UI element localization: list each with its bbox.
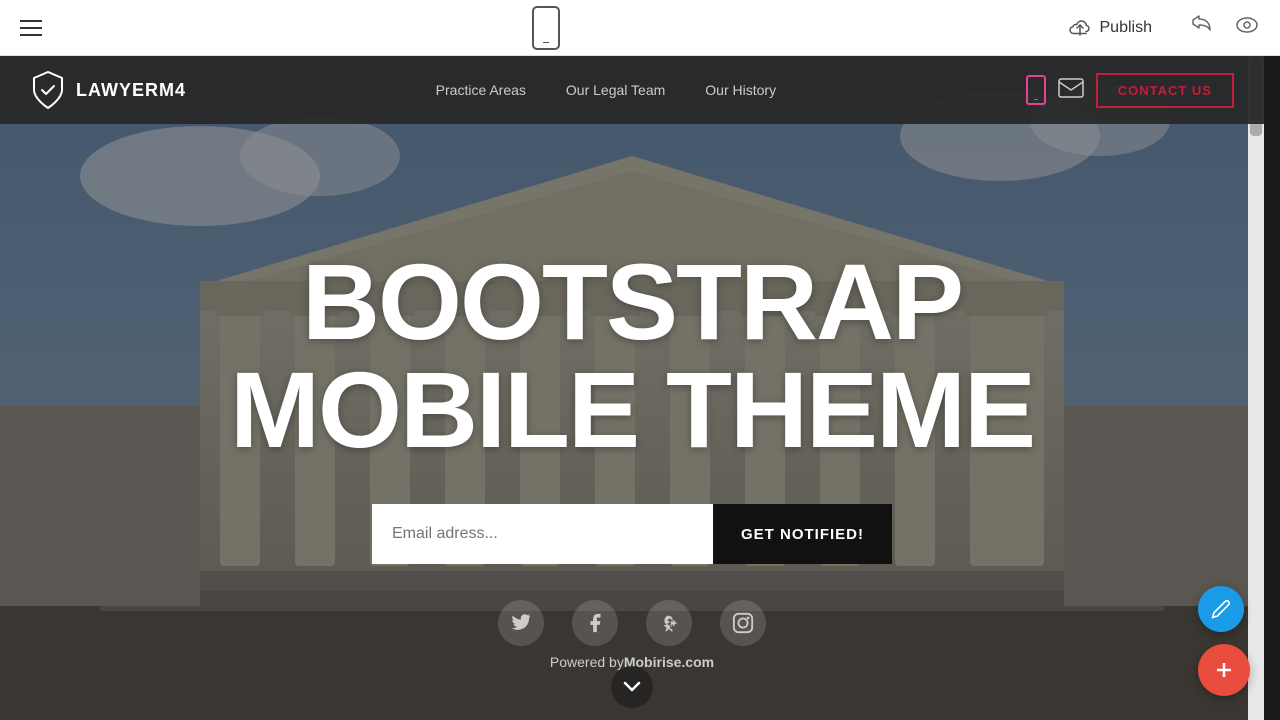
nav-link-practice-areas[interactable]: Practice Areas <box>436 82 526 98</box>
website-preview: LAWYERM4 Practice Areas Our Legal Team O… <box>0 56 1264 720</box>
nav-phone-icon[interactable] <box>1026 75 1046 105</box>
nav-link-legal-team[interactable]: Our Legal Team <box>566 82 665 98</box>
get-notified-button[interactable]: GET NOTIFIED! <box>713 504 892 564</box>
phone-preview-icon[interactable] <box>532 6 560 50</box>
site-navbar: LAWYERM4 Practice Areas Our Legal Team O… <box>0 56 1264 124</box>
brand-name: LAWYERM4 <box>76 80 186 101</box>
cloud-upload-icon <box>1068 17 1092 39</box>
undo-icon[interactable] <box>1190 13 1214 43</box>
editor-toolbar: Publish <box>0 0 1280 56</box>
brand-shield-icon <box>30 70 66 110</box>
scroll-down-button[interactable] <box>611 666 653 708</box>
hero-content: BOOTSTRAP MOBILE THEME GET NOTIFIED! <box>0 198 1264 646</box>
nav-link-our-history[interactable]: Our History <box>705 82 776 98</box>
nav-icons: CONTACT US <box>1026 73 1234 108</box>
publish-label: Publish <box>1100 19 1152 37</box>
fab-container <box>1198 586 1250 696</box>
facebook-icon[interactable] <box>572 600 618 646</box>
twitter-icon[interactable] <box>498 600 544 646</box>
site-brand: LAWYERM4 <box>30 70 186 110</box>
contact-us-button[interactable]: CONTACT US <box>1096 73 1234 108</box>
hero-title: BOOTSTRAP MOBILE THEME <box>0 248 1264 464</box>
preview-icon[interactable] <box>1234 13 1260 43</box>
google-plus-icon[interactable] <box>646 600 692 646</box>
site-nav-links: Practice Areas Our Legal Team Our Histor… <box>436 82 776 98</box>
hero-social-icons <box>0 600 1264 646</box>
hero-email-form: GET NOTIFIED! <box>372 504 892 564</box>
instagram-icon[interactable] <box>720 600 766 646</box>
nav-mail-icon[interactable] <box>1058 78 1084 103</box>
hamburger-menu[interactable] <box>20 20 42 36</box>
fab-add-button[interactable] <box>1198 644 1250 696</box>
publish-button[interactable]: Publish <box>1050 9 1170 47</box>
hero-section: BOOTSTRAP MOBILE THEME GET NOTIFIED! <box>0 56 1264 720</box>
fab-edit-button[interactable] <box>1198 586 1244 632</box>
email-input[interactable] <box>372 504 713 564</box>
